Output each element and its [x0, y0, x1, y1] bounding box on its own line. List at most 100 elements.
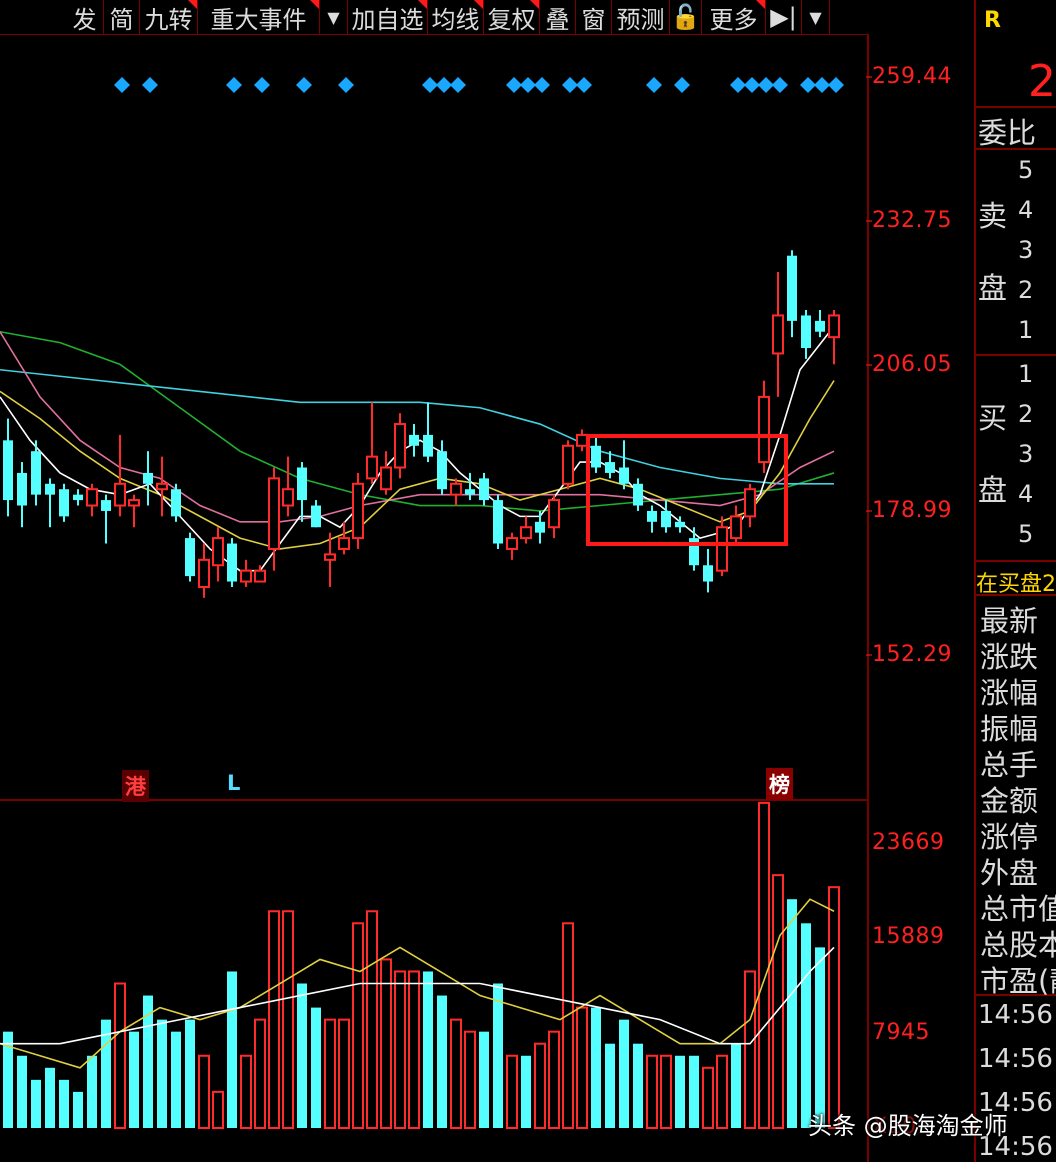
candle [128, 494, 140, 528]
corner-flag [418, 0, 427, 9]
candle-body [562, 444, 574, 485]
price-tick: 152.29 [872, 642, 952, 667]
candle-body [311, 505, 321, 528]
buy-level: 4 [1018, 480, 1034, 508]
candle-body [744, 488, 756, 518]
candle-body [185, 538, 195, 577]
candle-body [576, 433, 588, 447]
signal-diamond [674, 77, 690, 93]
volume-bar [157, 1019, 167, 1128]
toolbar-item[interactable]: 预测 [612, 0, 670, 34]
volume-bar [45, 1067, 55, 1128]
toolbar-item[interactable]: ▶| [766, 0, 802, 34]
signal-diamond [296, 77, 312, 93]
candle [465, 472, 475, 501]
signal-diamond [436, 77, 452, 93]
sell-level: 2 [1018, 276, 1034, 304]
stat-label: 市盈(静 [980, 964, 1056, 998]
volume-bar [605, 1043, 615, 1128]
candle-body [758, 395, 770, 464]
candle [506, 532, 518, 560]
watermark: 头条 @股海淘金师 [808, 1112, 1008, 1140]
candle [17, 462, 27, 528]
candle [366, 402, 378, 484]
candle-body [479, 478, 489, 501]
toolbar-item[interactable]: 简 [104, 0, 140, 34]
toolbar-item[interactable]: 重大事件 [198, 0, 320, 34]
toolbar-item[interactable]: 叠 [540, 0, 576, 34]
volume-bar [660, 1054, 672, 1129]
volume-bar [702, 1066, 714, 1130]
buy-level: 2 [1018, 400, 1034, 428]
signal-diamond [520, 77, 536, 93]
candle [758, 380, 770, 473]
candle-body [128, 499, 140, 507]
candle [801, 310, 811, 359]
candle-body [324, 553, 336, 561]
candle-body [828, 314, 840, 339]
volume-bar [801, 923, 811, 1128]
candle-body [171, 489, 181, 517]
volume-bars [3, 801, 840, 1130]
signal-diamond [814, 77, 830, 93]
candle-body [254, 569, 266, 583]
ma-line [0, 380, 835, 550]
candle-body [394, 423, 406, 469]
candle [520, 516, 532, 544]
sell-level: 3 [1018, 236, 1034, 264]
candle-body [675, 521, 685, 528]
signal-diamond [772, 77, 788, 93]
toolbar-item[interactable]: 更多 [702, 0, 766, 34]
candle [815, 310, 825, 338]
signal-diamond [758, 77, 774, 93]
moving-average-lines [0, 325, 835, 572]
volume-bar [437, 995, 447, 1128]
toolbar-item[interactable]: 复权 [484, 0, 540, 34]
candle-body [423, 434, 433, 457]
candle [101, 494, 111, 544]
candle [633, 478, 643, 511]
volume-bar [562, 922, 574, 1130]
volume-bar [212, 1090, 224, 1130]
toolbar-item[interactable]: 均线 [428, 0, 484, 34]
price-tick: 178.99 [872, 498, 952, 523]
volume-tick: 15889 [872, 924, 945, 949]
candle-body [352, 482, 364, 540]
l-marker[interactable]: L [224, 770, 243, 796]
kline-chart[interactable] [0, 34, 972, 1162]
candle [730, 505, 742, 544]
volume-bar [185, 1019, 195, 1128]
candle-body [409, 434, 419, 446]
toolbar-item[interactable]: 加自选 [348, 0, 428, 34]
corner-flag [530, 0, 539, 9]
volume-bar [171, 1031, 181, 1128]
sell-level: 1 [1018, 316, 1034, 344]
volume-bar [87, 1055, 97, 1128]
toolbar-item[interactable]: 窗 [576, 0, 612, 34]
candle [86, 483, 98, 517]
candle-body [156, 482, 168, 491]
volume-bar [828, 886, 840, 1129]
toolbar-item[interactable]: 发 [66, 0, 104, 34]
volume-bar [59, 1079, 69, 1128]
toolbar-item[interactable]: ▼ [320, 0, 348, 34]
candle [562, 440, 574, 490]
hk-marker[interactable]: 港 [122, 770, 149, 802]
ma-line [0, 325, 835, 572]
candle-body [114, 482, 126, 507]
signal-diamond [338, 77, 354, 93]
toolbar-item[interactable]: 九转 [140, 0, 198, 34]
candle-body [605, 462, 615, 473]
volume-tick: 23669 [872, 830, 945, 855]
volume-bar [311, 1007, 321, 1128]
volume-bar [114, 982, 126, 1129]
candle-body [338, 537, 350, 550]
corner-flag [188, 0, 197, 9]
candle-body [282, 488, 294, 507]
rank-marker[interactable]: 榜 [766, 768, 793, 800]
volume-bar [394, 970, 406, 1129]
toolbar-item[interactable]: 🔓 [670, 0, 702, 34]
toolbar-item[interactable]: ▼ [802, 0, 830, 34]
ma-line [0, 368, 834, 485]
volume-bar [787, 899, 797, 1128]
